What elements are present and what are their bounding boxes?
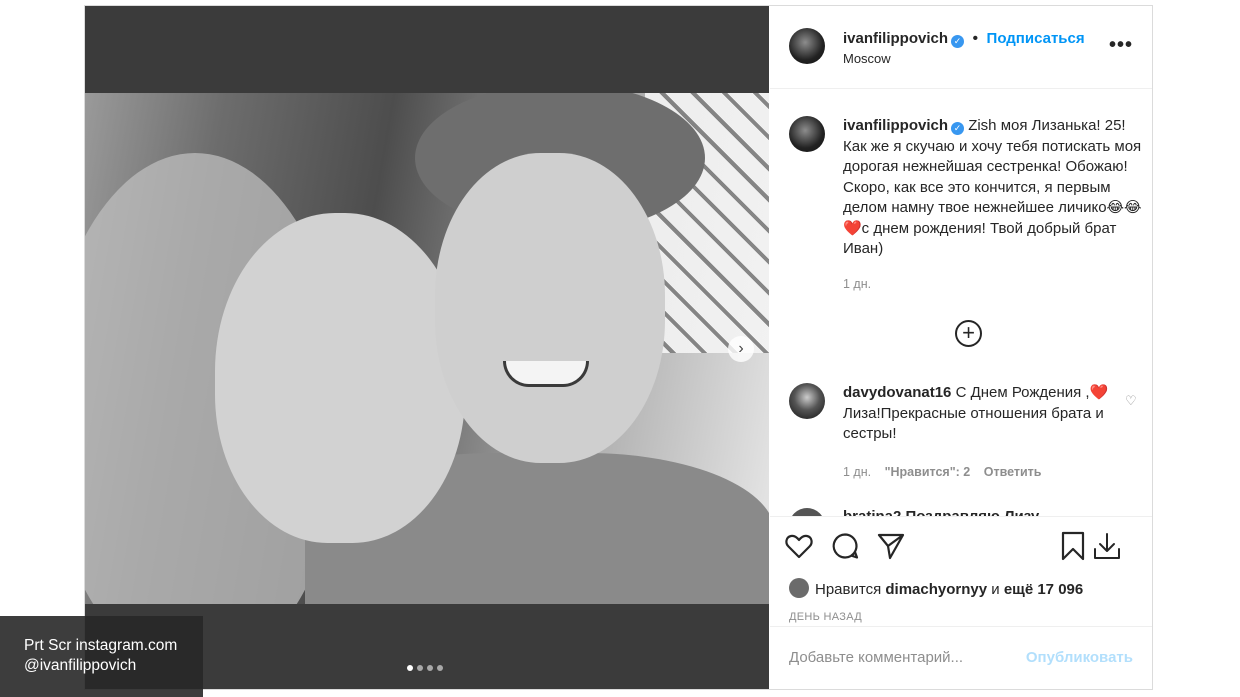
post-date[interactable]: ДЕНЬ НАЗАД [789,611,862,623]
next-comment-preview: bratina2 Поздравляю Лизу [843,508,1039,516]
caption-avatar[interactable] [789,116,825,152]
carousel-dot [407,665,413,671]
comment-icon[interactable] [830,531,860,561]
likes-prefix: Нравится [815,581,882,598]
heart-icon[interactable] [784,531,814,561]
liker-avatar [789,578,809,598]
next-commenter-avatar[interactable] [789,508,825,516]
post-caption: ivanfilippovich ✓ Zish моя Лизанька! 25! … [789,116,1143,260]
likes-summary[interactable]: Нравится dimachyornyy и ещё 17 096 [789,578,1083,598]
watermark-source: Prt Scr instagram.com [24,637,178,654]
comment-input[interactable]: Добавьте комментарий... [789,649,963,666]
carousel-dot [427,665,433,671]
post-header: ivanfilippovich ✓ • Подписаться Moscow ••… [770,6,1152,89]
caption-username[interactable]: ivanfilippovich [843,117,948,134]
publish-button[interactable]: Опубликовать [1026,649,1133,666]
add-comment-bar: Добавьте комментарий... Опубликовать [770,626,1152,689]
watermark-handle: @ivanfilippovich [24,657,137,674]
follow-button[interactable]: Подписаться [987,30,1085,47]
post-media: › [85,6,769,689]
comment-meta: 1 дн. "Нравится": 2 Ответить [843,465,1051,479]
instagram-post: › ivanfilippovich ✓ • Подписаться Moscow … [84,5,1153,690]
carousel-dot [417,665,423,671]
post-actions: Нравится dimachyornyy и ещё 17 096 ДЕНЬ … [770,516,1152,626]
likes-count[interactable]: ещё 17 096 [1004,581,1083,598]
screenshot-watermark: Prt Scr instagram.com @ivanfilippovich [0,616,203,697]
likes-middle: и [991,581,1000,598]
comment-like-heart-icon[interactable]: ♡ [1125,391,1137,412]
post-location[interactable]: Moscow [843,51,891,66]
comment-timestamp[interactable]: 1 дн. [843,465,871,479]
comment-item: davydovanat16 С Днем Рождения ,❤️Лиза!Пр… [789,383,1137,445]
author-avatar[interactable] [789,28,825,64]
carousel-dots [407,665,443,671]
commenter-avatar[interactable] [789,383,825,419]
load-more-comments-icon[interactable]: + [955,320,982,347]
verified-badge-icon: ✓ [951,35,965,48]
caption-timestamp[interactable]: 1 дн. [843,277,871,291]
carousel-dot [437,665,443,671]
author-username[interactable]: ivanfilippovich [843,30,948,47]
separator-dot: • [972,30,979,47]
post-sidebar: ivanfilippovich ✓ • Подписаться Moscow ••… [770,6,1152,689]
share-icon[interactable] [876,531,906,561]
verified-badge-icon: ✓ [951,122,965,135]
download-icon[interactable] [1092,531,1122,561]
reply-button[interactable]: Ответить [984,465,1042,479]
caption-text: Zish моя Лизанька! 25! Как же я скучаю и… [843,117,1142,257]
bookmark-icon[interactable] [1058,531,1088,561]
liker-username[interactable]: dimachyornyy [885,581,987,598]
comment-likes-count[interactable]: "Нравится": 2 [885,465,971,479]
comments-section[interactable]: ivanfilippovich ✓ Zish моя Лизанька! 25! … [770,90,1152,516]
next-image-chevron-icon[interactable]: › [728,336,754,362]
more-options-icon[interactable]: ••• [1109,34,1133,57]
post-photo[interactable] [85,93,769,604]
commenter-username[interactable]: davydovanat16 [843,384,951,401]
